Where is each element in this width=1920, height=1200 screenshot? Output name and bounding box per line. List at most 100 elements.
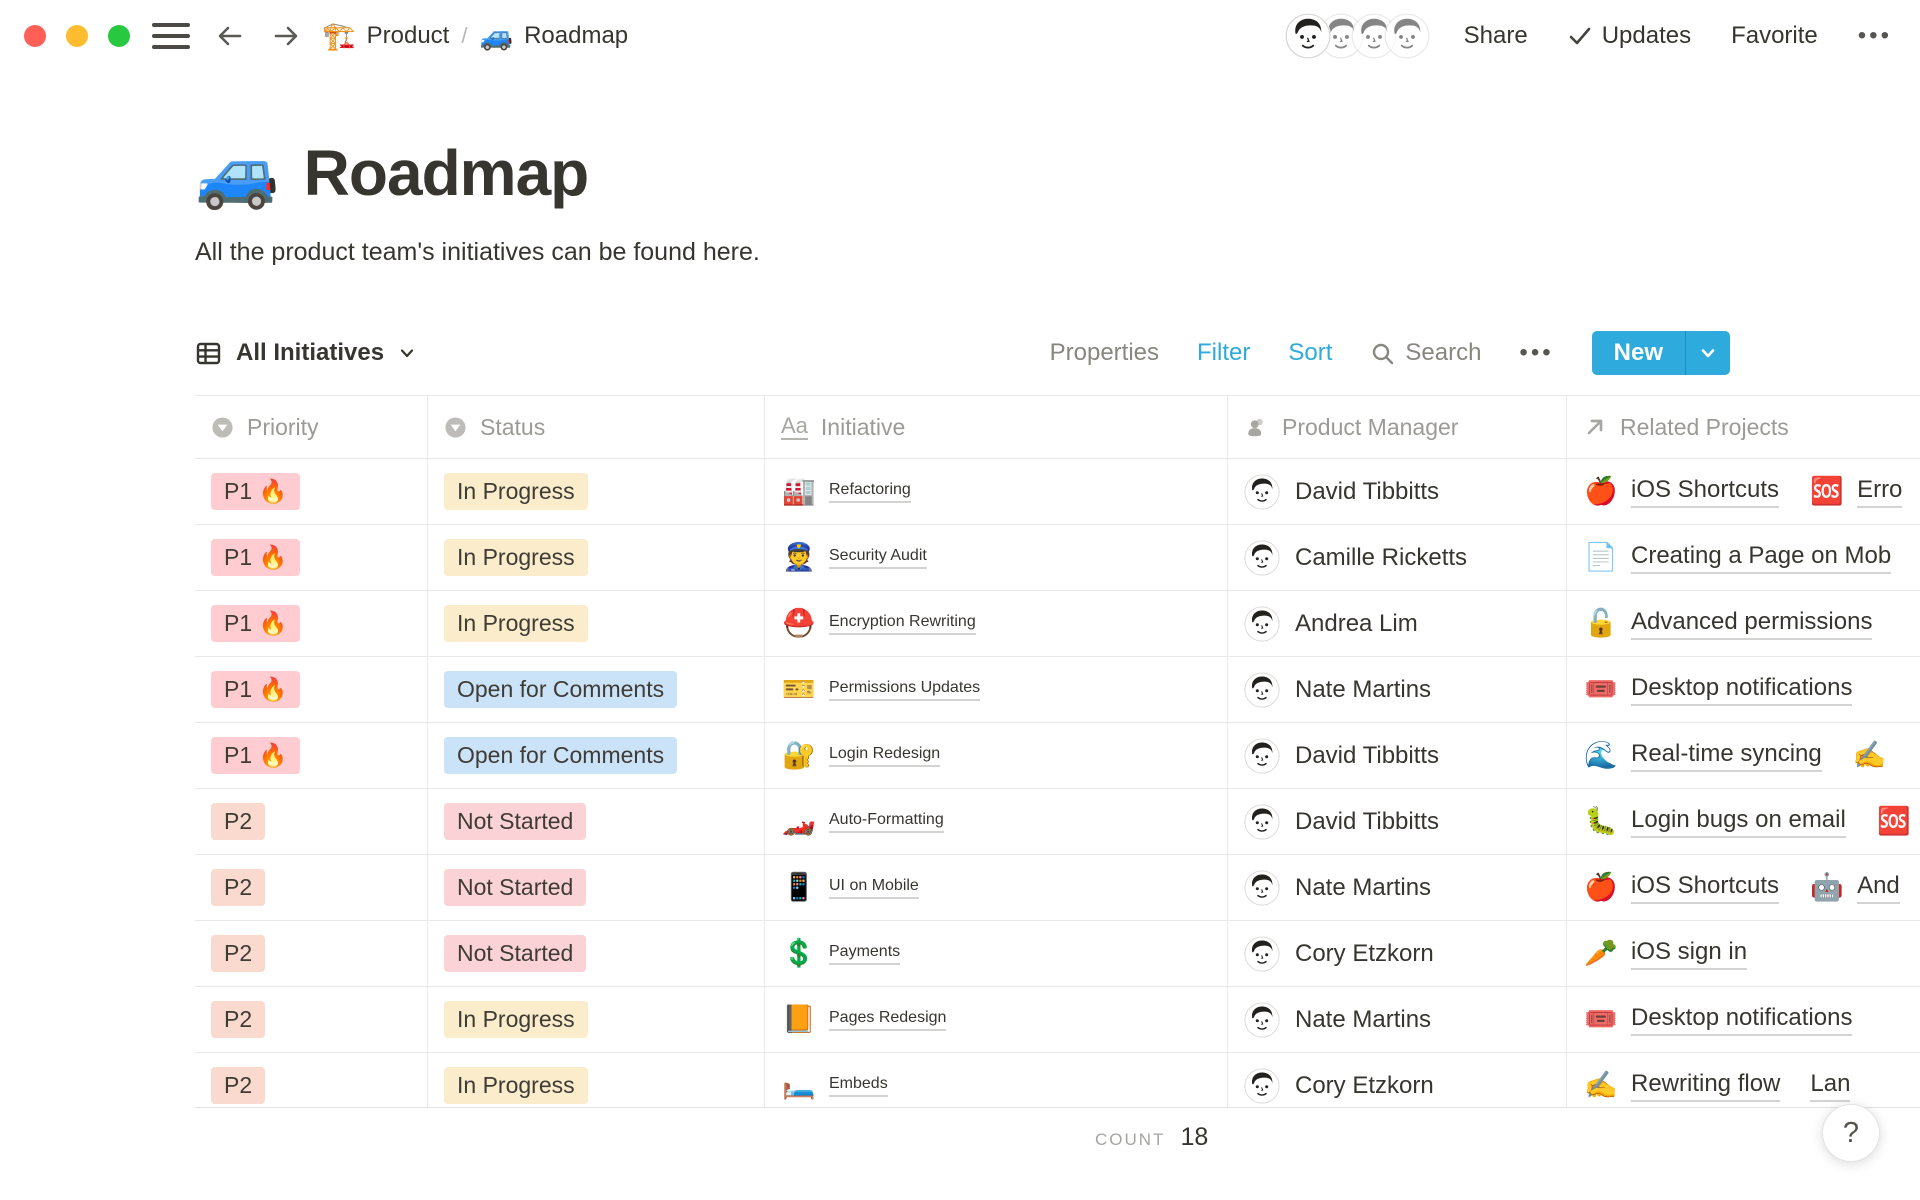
table-row[interactable]: P1 🔥 In Progress ⛑️Encryption RewritingAnd… bbox=[195, 591, 1920, 657]
related-project-link[interactable]: 🆘Erro bbox=[1809, 476, 1902, 508]
priority-cell[interactable]: P2 bbox=[195, 921, 427, 986]
page-description[interactable]: All the product team's initiatives can b… bbox=[195, 238, 1920, 267]
initiative-cell[interactable]: 🏎️Auto-Formatting bbox=[764, 789, 1227, 854]
related-projects-cell[interactable]: 📄Creating a Page on Mob bbox=[1566, 525, 1920, 590]
related-project-link[interactable]: ✍️ bbox=[1852, 742, 1900, 769]
status-cell[interactable]: In Progress bbox=[427, 459, 764, 524]
related-projects-cell[interactable]: 🎟️Desktop notifications bbox=[1566, 657, 1920, 722]
table-row[interactable]: P2Not Started📱UI on MobileNate Martins🍎i… bbox=[195, 855, 1920, 921]
page-emoji-icon[interactable]: 🚙 bbox=[195, 139, 280, 207]
related-page-link[interactable]: And bbox=[1857, 872, 1900, 904]
table-row[interactable]: P1 🔥Open for Comments🎫Permissions Update… bbox=[195, 657, 1920, 723]
related-project-link[interactable]: 🔓Advanced permissions bbox=[1583, 608, 1872, 640]
related-project-link[interactable]: 🎟️Desktop notifications bbox=[1583, 674, 1852, 706]
column-header-initiative[interactable]: Aa Initiative bbox=[764, 396, 1227, 458]
product-manager-cell[interactable]: David Tibbitts bbox=[1227, 723, 1566, 788]
status-tag[interactable]: Not Started bbox=[444, 869, 586, 906]
status-tag[interactable]: In Progress bbox=[444, 1001, 588, 1038]
initiative-cell[interactable]: 💲Payments bbox=[764, 921, 1227, 986]
avatar-member-1[interactable] bbox=[1285, 13, 1331, 59]
priority-cell[interactable]: P1 🔥 bbox=[195, 459, 427, 524]
status-tag[interactable]: In Progress bbox=[444, 605, 588, 642]
minimize-window-button[interactable] bbox=[66, 25, 88, 47]
related-page-link[interactable]: iOS Shortcuts bbox=[1631, 476, 1779, 508]
page-title[interactable]: Roadmap bbox=[304, 136, 589, 210]
priority-tag[interactable]: P2 bbox=[211, 935, 265, 972]
related-page-link[interactable]: Lan bbox=[1810, 1070, 1850, 1102]
related-project-link[interactable]: 🍎iOS Shortcuts bbox=[1583, 476, 1779, 508]
related-page-link[interactable]: Login bugs on email bbox=[1631, 806, 1846, 838]
priority-tag[interactable]: P2 bbox=[211, 1001, 265, 1038]
priority-cell[interactable]: P1 🔥 bbox=[195, 657, 427, 722]
zoom-window-button[interactable] bbox=[108, 25, 130, 47]
product-manager-cell[interactable]: David Tibbitts bbox=[1227, 459, 1566, 524]
product-manager-cell[interactable]: Camille Ricketts bbox=[1227, 525, 1566, 590]
sidebar-menu-icon[interactable] bbox=[152, 23, 190, 49]
initiative-cell[interactable]: 📱UI on Mobile bbox=[764, 855, 1227, 920]
related-projects-cell[interactable]: 🍎iOS Shortcuts 🆘Erro bbox=[1566, 459, 1920, 524]
initiative-page-link[interactable]: Embeds bbox=[829, 1075, 888, 1097]
priority-tag[interactable]: P1 🔥 bbox=[211, 473, 300, 510]
status-tag[interactable]: Not Started bbox=[444, 803, 586, 840]
status-tag[interactable]: In Progress bbox=[444, 1067, 588, 1104]
status-cell[interactable]: Not Started bbox=[427, 789, 764, 854]
related-projects-cell[interactable]: 🔓Advanced permissions bbox=[1566, 591, 1920, 656]
back-arrow-icon[interactable] bbox=[210, 16, 250, 56]
initiative-cell[interactable]: ⛑️Encryption Rewriting bbox=[764, 591, 1227, 656]
product-manager-cell[interactable]: Andrea Lim bbox=[1227, 591, 1566, 656]
table-row[interactable]: P1 🔥 In Progress🏭RefactoringDavid Tibbitt… bbox=[195, 459, 1920, 525]
initiative-page-link[interactable]: Encryption Rewriting bbox=[829, 613, 976, 635]
related-page-link[interactable]: Rewriting flow bbox=[1631, 1070, 1780, 1102]
row-count[interactable]: COUNT 18 bbox=[1095, 1123, 1208, 1152]
related-projects-cell[interactable]: 🐛Login bugs on email🆘 bbox=[1566, 789, 1920, 854]
related-page-link[interactable]: Creating a Page on Mob bbox=[1631, 542, 1891, 574]
view-options-icon[interactable]: ••• bbox=[1519, 339, 1553, 367]
initiative-cell[interactable]: 🏭Refactoring bbox=[764, 459, 1227, 524]
initiative-page-link[interactable]: Refactoring bbox=[829, 481, 911, 503]
column-header-priority[interactable]: Priority bbox=[195, 396, 427, 458]
priority-tag[interactable]: P1 🔥 bbox=[211, 671, 300, 708]
table-row[interactable]: P2 In Progress 📙Pages RedesignNate Martins… bbox=[195, 987, 1920, 1053]
initiative-cell[interactable]: 🔐Login Redesign bbox=[764, 723, 1227, 788]
initiative-page-link[interactable]: Payments bbox=[829, 943, 900, 965]
priority-cell[interactable]: P1 🔥 bbox=[195, 723, 427, 788]
priority-cell[interactable]: P2 bbox=[195, 1053, 427, 1107]
status-cell[interactable]: Not Started bbox=[427, 921, 764, 986]
status-cell[interactable]: In Progress bbox=[427, 525, 764, 590]
related-projects-cell[interactable]: 🌊Real-time syncing ✍️ bbox=[1566, 723, 1920, 788]
share-button[interactable]: Share bbox=[1464, 22, 1528, 50]
related-page-link[interactable]: Real-time syncing bbox=[1631, 740, 1822, 772]
table-row[interactable]: P1 🔥In Progress👮Security AuditCamille Ri… bbox=[195, 525, 1920, 591]
related-project-link[interactable]: ✍️Rewriting flow bbox=[1583, 1070, 1780, 1102]
priority-cell[interactable]: P1 🔥 bbox=[195, 525, 427, 590]
table-row[interactable]: P2In Progress🛏️EmbedsCory Etzkorn✍️Rewri… bbox=[195, 1053, 1920, 1107]
priority-cell[interactable]: P2 bbox=[195, 789, 427, 854]
new-dropdown-button[interactable] bbox=[1686, 331, 1730, 375]
priority-tag[interactable]: P1 🔥 bbox=[211, 605, 300, 642]
related-projects-cell[interactable]: ✍️Rewriting flow Lan bbox=[1566, 1053, 1920, 1107]
updates-button[interactable]: Updates bbox=[1568, 22, 1691, 50]
close-window-button[interactable] bbox=[24, 25, 46, 47]
related-projects-cell[interactable]: 🥕iOS sign in bbox=[1566, 921, 1920, 986]
column-header-related-projects[interactable]: Related Projects bbox=[1566, 396, 1920, 458]
table-row[interactable]: P1 🔥 Open for Comments 🔐Login RedesignDavi… bbox=[195, 723, 1920, 789]
related-page-link[interactable]: iOS Shortcuts bbox=[1631, 872, 1779, 904]
new-button-label[interactable]: New bbox=[1592, 331, 1685, 375]
view-switcher[interactable]: All Initiatives bbox=[195, 339, 416, 367]
related-project-link[interactable]: 📄Creating a Page on Mob bbox=[1583, 542, 1891, 574]
initiative-cell[interactable]: 📙Pages Redesign bbox=[764, 987, 1227, 1052]
related-project-link[interactable]: 🥕iOS sign in bbox=[1583, 938, 1747, 970]
initiative-cell[interactable]: 🛏️Embeds bbox=[764, 1053, 1227, 1107]
product-manager-cell[interactable]: Nate Martins bbox=[1227, 987, 1566, 1052]
product-manager-cell[interactable]: Nate Martins bbox=[1227, 657, 1566, 722]
initiative-page-link[interactable]: Security Audit bbox=[829, 547, 927, 569]
column-header-product-manager[interactable]: Product Manager bbox=[1227, 396, 1566, 458]
related-project-link[interactable]: 🌊Real-time syncing bbox=[1583, 740, 1822, 772]
breadcrumb-item-product[interactable]: 🏗️ Product bbox=[322, 20, 449, 52]
related-projects-cell[interactable]: 🍎iOS Shortcuts🤖And bbox=[1566, 855, 1920, 920]
initiative-page-link[interactable]: Permissions Updates bbox=[829, 679, 980, 701]
priority-tag[interactable]: P1 🔥 bbox=[211, 737, 300, 774]
initiative-page-link[interactable]: Login Redesign bbox=[829, 745, 940, 767]
product-manager-cell[interactable]: David Tibbitts bbox=[1227, 789, 1566, 854]
status-tag[interactable]: Open for Comments bbox=[444, 737, 677, 774]
